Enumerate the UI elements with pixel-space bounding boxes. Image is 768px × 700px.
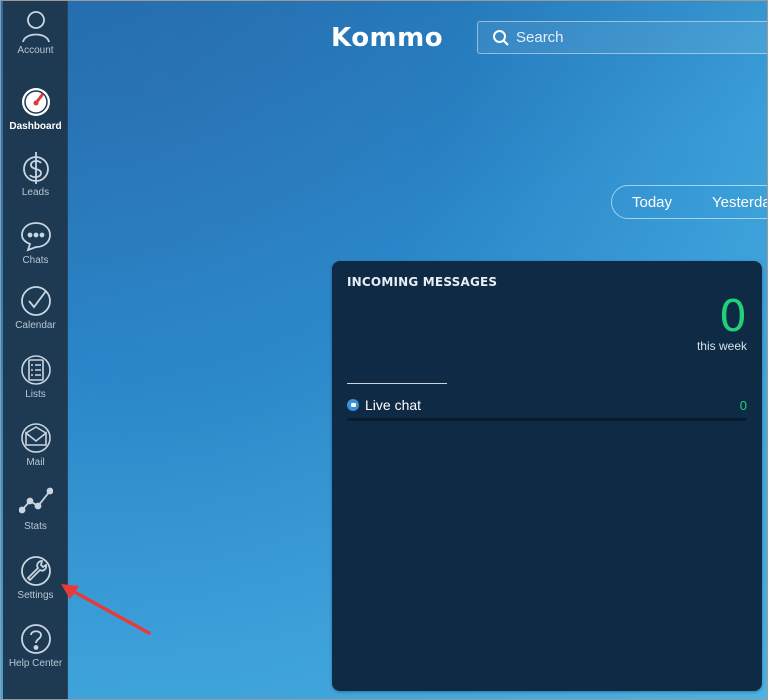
search-icon (492, 29, 510, 47)
live-chat-icon (347, 399, 359, 411)
wrench-icon (19, 554, 53, 588)
chat-bubble-icon (19, 219, 53, 253)
search-box[interactable] (477, 21, 767, 54)
sidebar-item-dashboard[interactable]: Dashboard (3, 85, 68, 132)
sidebar-item-label: Mail (26, 457, 45, 468)
row-label: Live chat (365, 397, 422, 413)
incoming-messages-widget[interactable]: INCOMING MESSAGES 0 this week Live chat … (332, 261, 762, 691)
sidebar-item-label: Leads (21, 187, 50, 198)
sidebar-item-label: Chats (22, 255, 49, 266)
sidebar-item-label: Lists (25, 389, 46, 400)
sidebar-item-label: Help Center (8, 658, 63, 669)
sidebar-item-stats[interactable]: Stats (3, 485, 68, 532)
question-icon (19, 622, 53, 656)
sidebar-item-label: Calendar (15, 320, 56, 331)
app-window: Account Dashboard Leads Chats Calendar L… (0, 0, 768, 700)
sidebar-item-label: Account (17, 45, 54, 56)
period-selector: Today Yesterday (611, 185, 767, 219)
checkmark-circle-icon (19, 284, 53, 318)
mail-icon (19, 421, 53, 455)
sidebar-item-lists[interactable]: Lists (3, 353, 68, 400)
progress-bar (347, 418, 747, 421)
widget-title: INCOMING MESSAGES (347, 275, 498, 289)
tab-yesterday[interactable]: Yesterday (712, 194, 767, 211)
widget-count: 0 (719, 291, 747, 342)
stats-icon (18, 485, 53, 519)
sidebar-item-calendar[interactable]: Calendar (3, 284, 68, 331)
search-input[interactable] (514, 28, 758, 47)
annotation-arrow (61, 584, 151, 635)
sidebar-item-label: Dashboard (9, 121, 62, 132)
divider (347, 383, 447, 384)
sidebar-item-label: Stats (24, 521, 47, 532)
sidebar-item-mail[interactable]: Mail (3, 421, 68, 468)
sidebar-item-chats[interactable]: Chats (3, 219, 68, 266)
account-icon (19, 9, 53, 43)
sidebar-item-account[interactable]: Account (3, 9, 68, 56)
dashboard-icon (19, 85, 53, 119)
list-icon (19, 353, 53, 387)
tab-today[interactable]: Today (632, 194, 672, 211)
sidebar-item-label: Settings (17, 590, 54, 601)
sidebar-item-leads[interactable]: Leads (3, 151, 68, 198)
list-item[interactable]: Live chat 0 (347, 395, 747, 415)
dollar-icon (19, 151, 53, 185)
widget-count-label: this week (696, 339, 747, 353)
app-logo: Kommo (331, 23, 444, 53)
row-value: 0 (739, 397, 747, 413)
